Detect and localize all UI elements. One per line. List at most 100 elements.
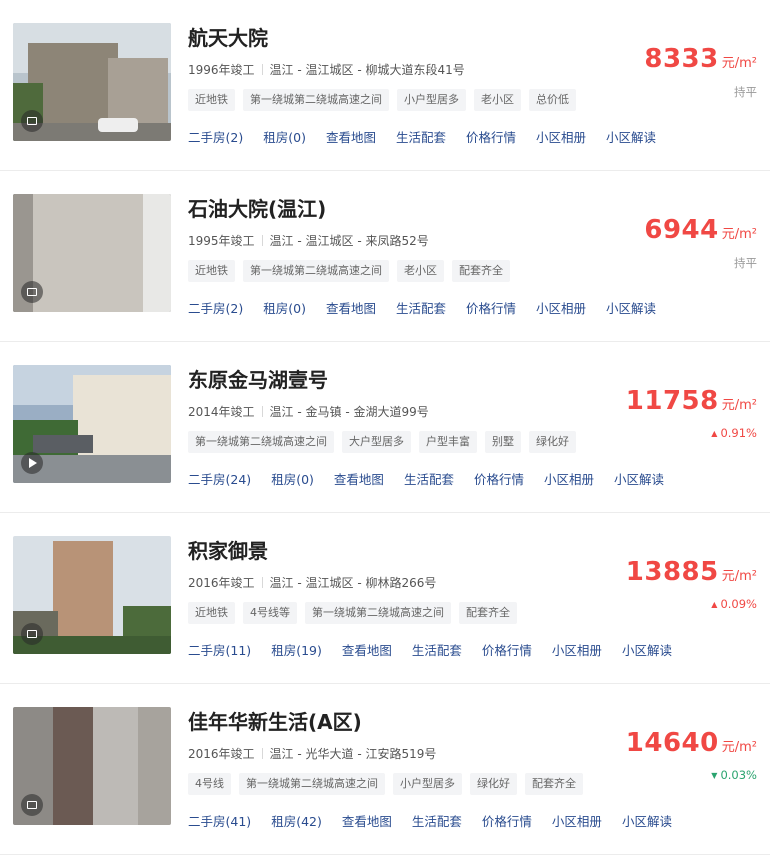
community-title[interactable]: 东原金马湖壹号 xyxy=(188,364,328,393)
map-link[interactable]: 查看地图 xyxy=(326,127,376,146)
feature-tag[interactable]: 第一绕城第二绕城高速之间 xyxy=(305,602,451,624)
map-link[interactable]: 查看地图 xyxy=(342,640,392,659)
community-title[interactable]: 石油大院(温江) xyxy=(188,193,326,222)
feature-tag[interactable]: 4号线 xyxy=(188,773,231,795)
feature-tag[interactable]: 近地铁 xyxy=(188,602,235,624)
second-hand-link[interactable]: 二手房(2) xyxy=(188,127,243,146)
feature-tag[interactable]: 总价低 xyxy=(529,89,576,111)
amenities-link[interactable]: 生活配套 xyxy=(404,469,454,488)
trend-value: 0.09% xyxy=(720,597,757,611)
community-title[interactable]: 航天大院 xyxy=(188,22,268,51)
price-value: 8333 xyxy=(644,44,719,74)
rental-link[interactable]: 租房(0) xyxy=(263,298,306,317)
built-year: 2016年竣工 xyxy=(188,576,255,590)
album-link[interactable]: 小区相册 xyxy=(536,298,586,317)
feature-tag[interactable]: 别墅 xyxy=(485,431,521,453)
rental-link[interactable]: 租房(19) xyxy=(271,640,322,659)
price-value: 14640 xyxy=(625,728,719,758)
feature-tag[interactable]: 配套齐全 xyxy=(459,602,517,624)
feature-tag[interactable]: 配套齐全 xyxy=(452,260,510,282)
community-info: 1995年竣工 温江 - 温江城区 - 来凤路52号 xyxy=(188,232,429,249)
feature-tags: 第一绕城第二绕城高速之间 大户型居多 户型丰富 别墅 绿化好 xyxy=(188,431,576,453)
album-link[interactable]: 小区相册 xyxy=(536,127,586,146)
feature-tag[interactable]: 第一绕城第二绕城高速之间 xyxy=(188,431,334,453)
community-review-link[interactable]: 小区解读 xyxy=(622,640,672,659)
feature-tag[interactable]: 第一绕城第二绕城高速之间 xyxy=(239,773,385,795)
community-review-link[interactable]: 小区解读 xyxy=(622,811,672,830)
feature-tag[interactable]: 小户型居多 xyxy=(393,773,462,795)
map-link[interactable]: 查看地图 xyxy=(342,811,392,830)
community-photo[interactable] xyxy=(13,536,171,654)
price-trend-link[interactable]: 价格行情 xyxy=(466,127,516,146)
price-trend: ▲ 0.91% xyxy=(711,426,757,440)
media-badge[interactable] xyxy=(21,110,43,132)
rental-link[interactable]: 租房(0) xyxy=(271,469,314,488)
price-trend-link[interactable]: 价格行情 xyxy=(466,298,516,317)
community-photo[interactable] xyxy=(13,23,171,141)
built-year: 1996年竣工 xyxy=(188,63,255,77)
feature-tag[interactable]: 近地铁 xyxy=(188,89,235,111)
feature-tag[interactable]: 4号线等 xyxy=(243,602,297,624)
price-unit: 元/m² xyxy=(721,227,757,242)
feature-tag[interactable]: 老小区 xyxy=(474,89,521,111)
feature-tag[interactable]: 第一绕城第二绕城高速之间 xyxy=(243,89,389,111)
media-badge[interactable] xyxy=(21,623,43,645)
feature-tag[interactable]: 小户型居多 xyxy=(397,89,466,111)
amenities-link[interactable]: 生活配套 xyxy=(412,640,462,659)
feature-tag[interactable]: 户型丰富 xyxy=(419,431,477,453)
community-title[interactable]: 积家御景 xyxy=(188,535,268,564)
media-badge[interactable] xyxy=(21,281,43,303)
rental-link[interactable]: 租房(0) xyxy=(263,127,306,146)
community-photo[interactable] xyxy=(13,194,171,312)
community-info: 2016年竣工 温江 - 光华大道 - 江安路519号 xyxy=(188,745,436,762)
price-trend-link[interactable]: 价格行情 xyxy=(482,811,532,830)
rental-link[interactable]: 租房(42) xyxy=(271,811,322,830)
photo-icon xyxy=(27,288,37,296)
feature-tags: 近地铁 第一绕城第二绕城高速之间 老小区 配套齐全 xyxy=(188,260,510,282)
feature-tags: 近地铁 第一绕城第二绕城高速之间 小户型居多 老小区 总价低 xyxy=(188,89,576,111)
community-review-link[interactable]: 小区解读 xyxy=(614,469,664,488)
community-review-link[interactable]: 小区解读 xyxy=(606,127,656,146)
price-value: 13885 xyxy=(625,557,719,587)
media-badge[interactable] xyxy=(21,452,43,474)
amenities-link[interactable]: 生活配套 xyxy=(412,811,462,830)
community-photo[interactable] xyxy=(13,707,171,825)
media-badge[interactable] xyxy=(21,794,43,816)
feature-tag[interactable]: 绿化好 xyxy=(529,431,576,453)
community-photo[interactable] xyxy=(13,365,171,483)
second-hand-link[interactable]: 二手房(2) xyxy=(188,298,243,317)
price-trend: 持平 xyxy=(734,84,757,100)
community-list-item: 航天大院 1996年竣工 温江 - 温江城区 - 柳城大道东段41号 近地铁 第一绕… xyxy=(0,0,770,171)
community-address: 温江 - 温江城区 - 柳林路266号 xyxy=(269,576,437,590)
average-price: 8333 元/m² xyxy=(644,44,757,74)
community-review-link[interactable]: 小区解读 xyxy=(606,298,656,317)
feature-tag[interactable]: 大户型居多 xyxy=(342,431,411,453)
community-info: 1996年竣工 温江 - 温江城区 - 柳城大道东段41号 xyxy=(188,61,465,78)
second-hand-link[interactable]: 二手房(24) xyxy=(188,469,251,488)
feature-tag[interactable]: 老小区 xyxy=(397,260,444,282)
feature-tag[interactable]: 绿化好 xyxy=(470,773,517,795)
amenities-link[interactable]: 生活配套 xyxy=(396,127,446,146)
map-link[interactable]: 查看地图 xyxy=(334,469,384,488)
price-trend-link[interactable]: 价格行情 xyxy=(474,469,524,488)
community-list-item: 积家御景 2016年竣工 温江 - 温江城区 - 柳林路266号 近地铁 4号线等第… xyxy=(0,513,770,684)
second-hand-link[interactable]: 二手房(41) xyxy=(188,811,251,830)
feature-tag[interactable]: 配套齐全 xyxy=(525,773,583,795)
info-divider xyxy=(261,748,263,759)
price-unit: 元/m² xyxy=(721,740,757,755)
album-link[interactable]: 小区相册 xyxy=(552,811,602,830)
community-links: 二手房(24) 租房(0) 查看地图 生活配套 价格行情 小区相册 小区解读 xyxy=(188,469,684,488)
map-link[interactable]: 查看地图 xyxy=(326,298,376,317)
amenities-link[interactable]: 生活配套 xyxy=(396,298,446,317)
second-hand-link[interactable]: 二手房(11) xyxy=(188,640,251,659)
price-trend: ▼ 0.03% xyxy=(711,768,757,782)
price-trend-link[interactable]: 价格行情 xyxy=(482,640,532,659)
info-divider xyxy=(261,406,263,417)
album-link[interactable]: 小区相册 xyxy=(552,640,602,659)
community-address: 温江 - 温江城区 - 来凤路52号 xyxy=(269,234,429,248)
community-title[interactable]: 佳年华新生活(A区) xyxy=(188,706,362,735)
album-link[interactable]: 小区相册 xyxy=(544,469,594,488)
feature-tag[interactable]: 第一绕城第二绕城高速之间 xyxy=(243,260,389,282)
average-price: 13885 元/m² xyxy=(626,557,757,587)
feature-tag[interactable]: 近地铁 xyxy=(188,260,235,282)
